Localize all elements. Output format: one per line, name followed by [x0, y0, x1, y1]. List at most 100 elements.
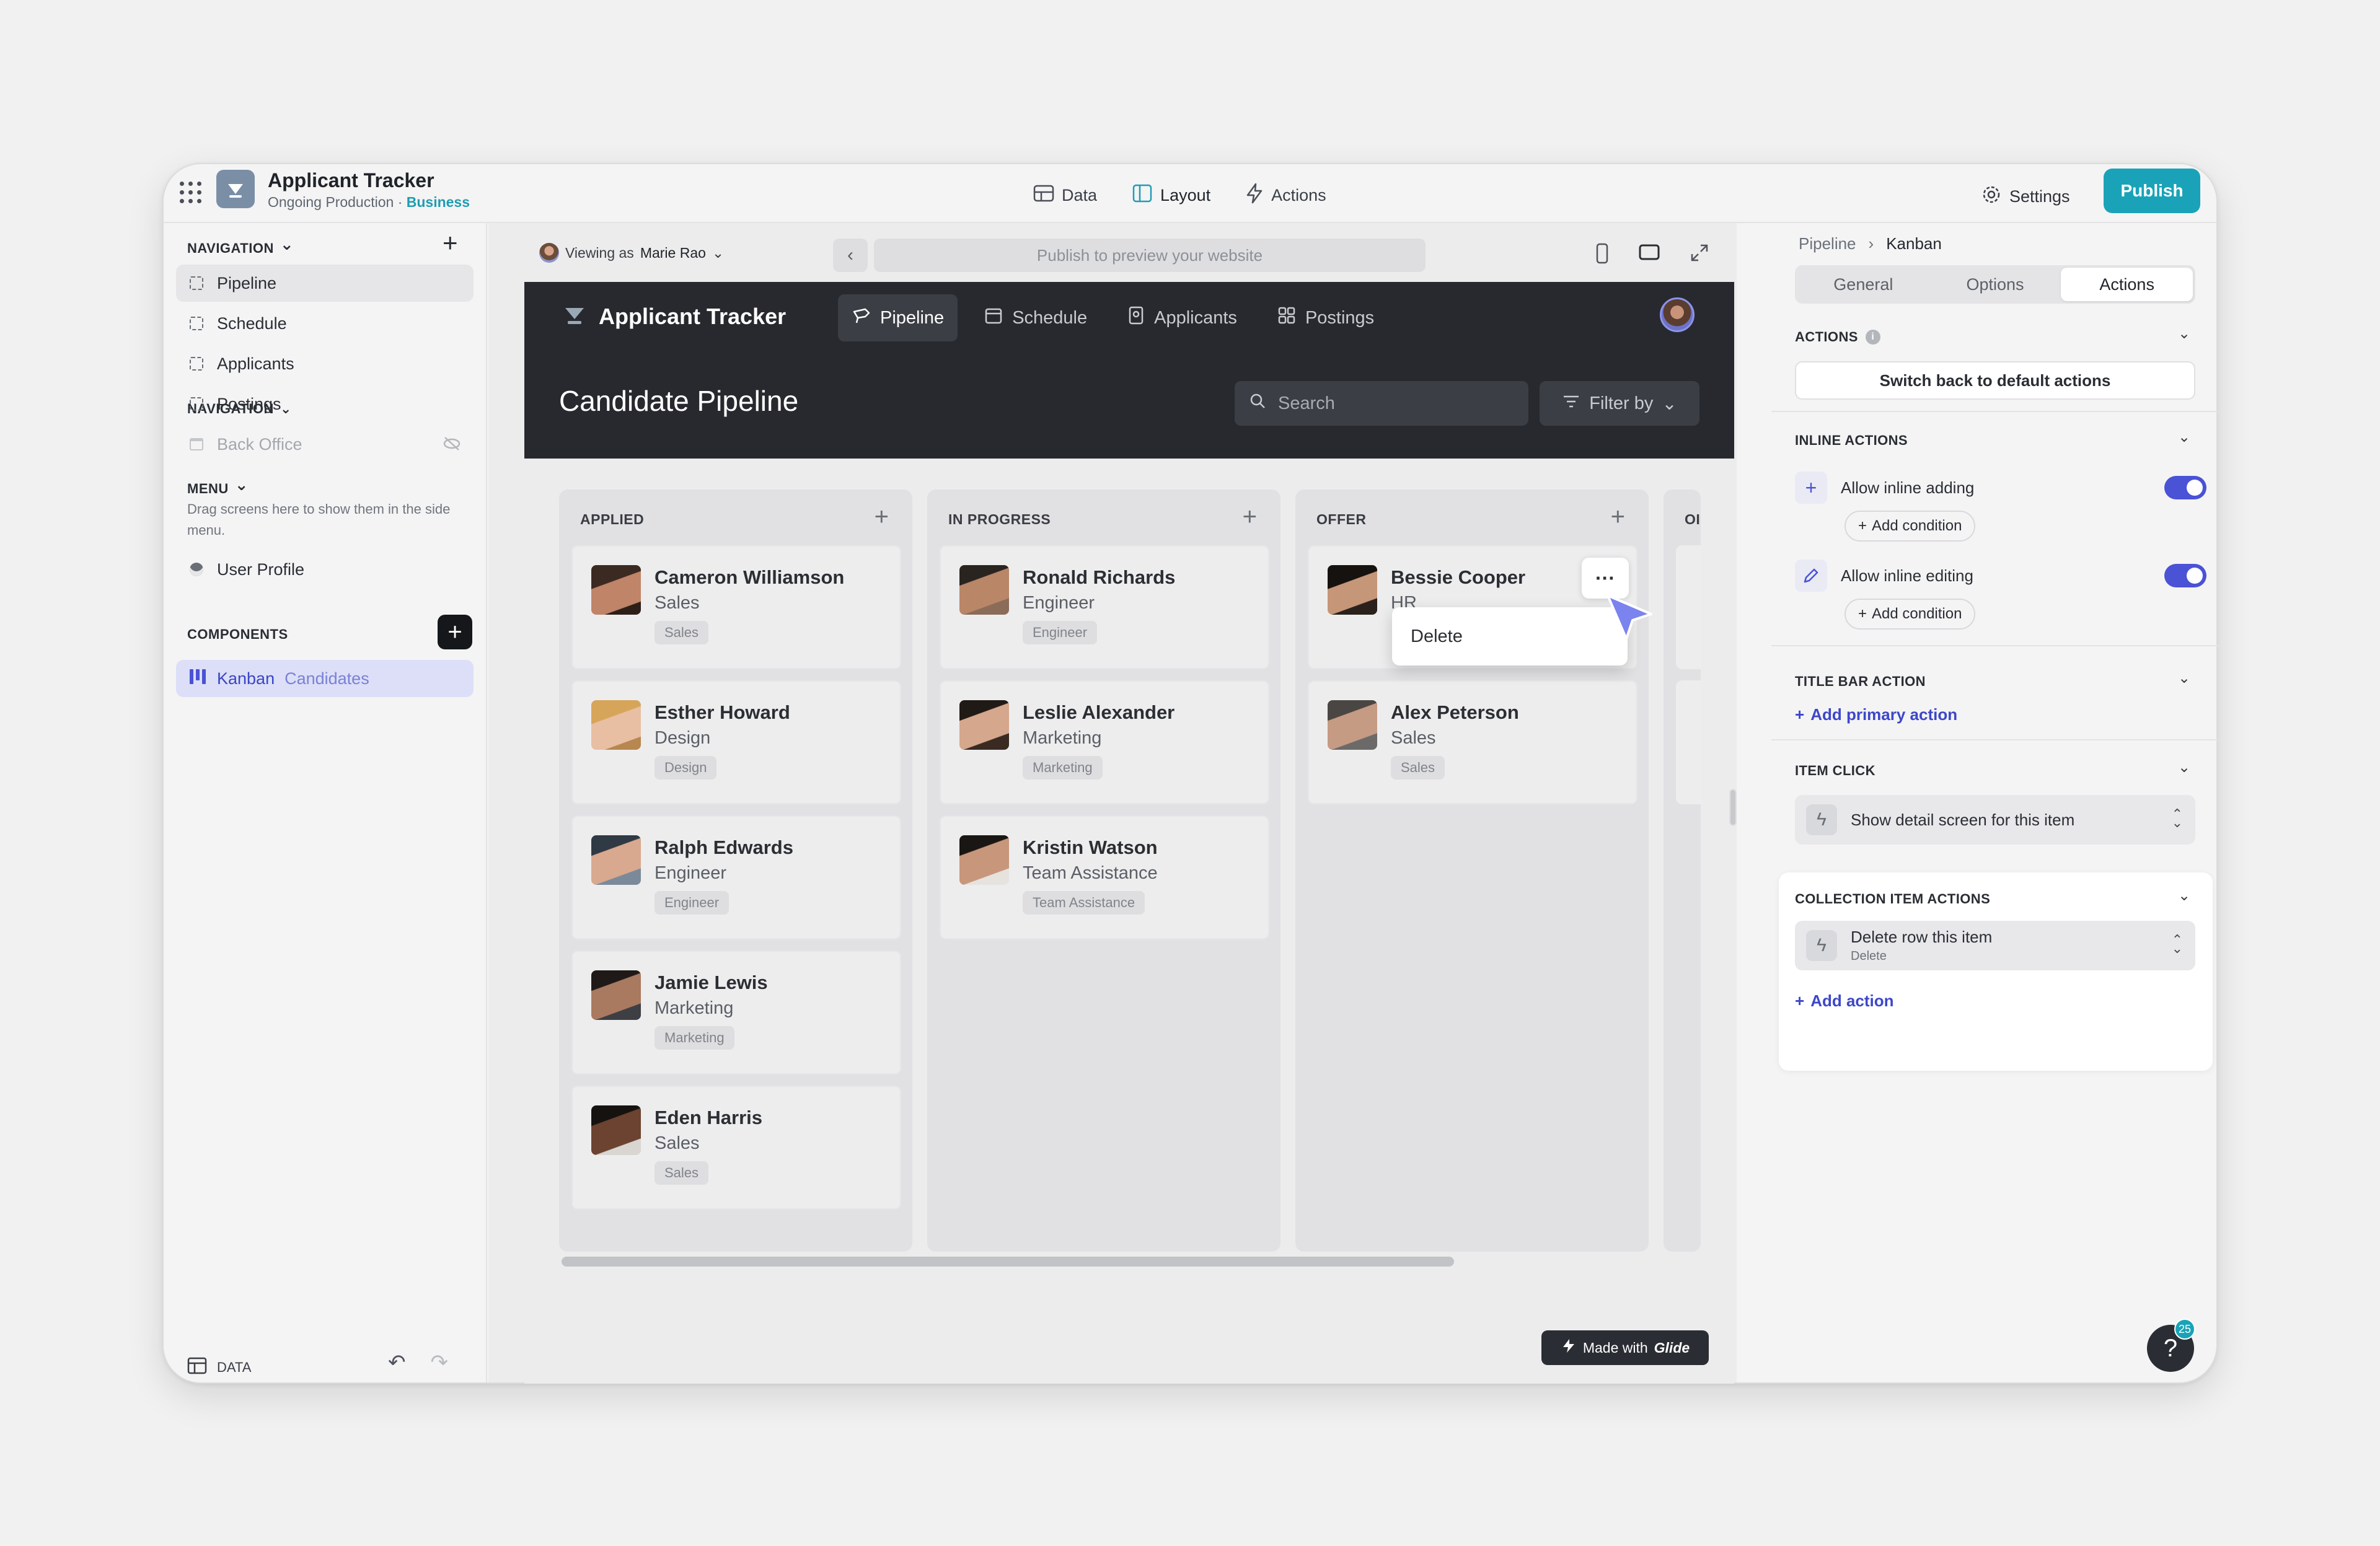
- component-kanban-candidates[interactable]: Kanban Candidates: [176, 660, 474, 697]
- kanban-card[interactable]: [1676, 680, 1701, 804]
- add-condition-button[interactable]: + Add condition: [1844, 599, 1976, 630]
- add-primary-action-link[interactable]: + Add primary action: [1795, 705, 1957, 724]
- candidate-name: Ralph Edwards: [654, 837, 793, 858]
- add-screen-icon[interactable]: +: [443, 230, 458, 256]
- inline-actions-header[interactable]: INLINE ACTIONS: [1795, 433, 1908, 449]
- kanban-card[interactable]: Ronald Richards Engineer Engineer: [940, 545, 1269, 669]
- settings-button[interactable]: Settings: [1976, 177, 2075, 217]
- column-title: OI: [1685, 511, 1701, 527]
- sidebar-item-user-profile[interactable]: User Profile: [176, 551, 474, 588]
- sidebar-item-pipeline[interactable]: Pipeline: [176, 265, 474, 302]
- add-card-icon[interactable]: +: [875, 503, 889, 531]
- filter-button[interactable]: Filter by ⌄: [1540, 381, 1699, 426]
- tab-general[interactable]: General: [1797, 268, 1929, 301]
- breadcrumb-item[interactable]: Pipeline: [1799, 234, 1856, 253]
- expand-icon[interactable]: [1690, 243, 1709, 269]
- kanban-card[interactable]: Alex Peterson Sales Sales: [1308, 680, 1637, 804]
- kanban-card[interactable]: Ralph Edwards Engineer Engineer: [571, 815, 901, 939]
- viewing-as-selector[interactable]: Viewing as Marie Rao ⌄: [539, 243, 724, 263]
- candidate-name: Bessie Cooper: [1391, 566, 1526, 588]
- column-title: IN PROGRESS: [948, 511, 1051, 527]
- kanban-card[interactable]: Cameron Williamson Sales Sales: [571, 545, 901, 669]
- item-click-action-select[interactable]: ϟ Show detail screen for this item ⌃ ⌄: [1795, 795, 2195, 845]
- phone-icon[interactable]: [1595, 243, 1609, 269]
- kanban-card[interactable]: Esther Howard Design Design: [571, 680, 901, 804]
- add-condition-button[interactable]: + Add condition: [1844, 511, 1976, 542]
- allow-inline-editing-row: Allow inline editing: [1795, 560, 1973, 592]
- switch-default-actions-button[interactable]: Switch back to default actions: [1795, 361, 2195, 400]
- right-panel: Pipeline › Kanban General Options Action…: [1771, 222, 2219, 1384]
- chevron-down-icon[interactable]: ⌄: [2178, 758, 2190, 776]
- item-click-header[interactable]: ITEM CLICK: [1795, 763, 1875, 779]
- top-nav-data[interactable]: Data: [1022, 177, 1108, 214]
- add-component-button[interactable]: +: [438, 615, 472, 649]
- tab-postings[interactable]: Postings: [1263, 294, 1388, 341]
- screen-icon: [190, 317, 203, 330]
- data-footer-button[interactable]: DATA: [187, 1357, 251, 1378]
- add-action-link[interactable]: + Add action: [1795, 991, 1894, 1011]
- menu-hint: Drag screens here to show them in the si…: [187, 501, 451, 538]
- candidate-tag: Design: [654, 756, 717, 780]
- menu-heading-label: MENU: [187, 480, 229, 496]
- eye-off-icon[interactable]: [443, 436, 461, 456]
- collection-actions-header[interactable]: COLLECTION ITEM ACTIONS: [1795, 891, 1990, 907]
- sidebar-item-postings[interactable]: Postings: [176, 385, 474, 423]
- navigation-section-header[interactable]: NAVIGATION ⌄: [187, 235, 294, 258]
- tab-options[interactable]: Options: [1929, 268, 2061, 301]
- add-card-icon[interactable]: +: [1243, 503, 1257, 531]
- candidate-role: Sales: [654, 593, 700, 613]
- sidebar-item-back-office[interactable]: Back Office: [176, 426, 474, 463]
- chevron-down-icon[interactable]: ⌄: [2178, 669, 2190, 687]
- tab-pipeline[interactable]: Pipeline: [838, 294, 958, 341]
- sidebar-item-label: Applicants: [217, 354, 294, 373]
- kanban-card[interactable]: Kristin Watson Team Assistance Team Assi…: [940, 815, 1269, 939]
- search-input[interactable]: Search: [1235, 381, 1528, 426]
- avatar: [539, 243, 559, 263]
- tab-applicants[interactable]: Applicants: [1113, 294, 1251, 341]
- resize-handle[interactable]: [1729, 789, 1737, 826]
- made-with-glide-badge[interactable]: Made with Glide: [1541, 1330, 1709, 1365]
- top-nav-actions[interactable]: Actions: [1234, 177, 1338, 214]
- redo-icon[interactable]: ↷: [431, 1350, 449, 1375]
- publish-button[interactable]: Publish: [2104, 169, 2200, 213]
- allow-inline-adding-toggle[interactable]: [2164, 476, 2206, 499]
- chevron-down-icon[interactable]: ⌄: [2178, 428, 2190, 446]
- table-icon: [187, 1357, 207, 1378]
- apps-grid-icon[interactable]: [180, 182, 202, 204]
- kanban-card[interactable]: [1676, 545, 1701, 669]
- context-menu-delete[interactable]: Delete: [1411, 626, 1463, 647]
- sidebar-item-schedule[interactable]: Schedule: [176, 305, 474, 342]
- undo-icon[interactable]: ↶: [388, 1350, 406, 1375]
- collection-action-select[interactable]: ϟ Delete row this item Delete ⌃ ⌄: [1795, 921, 2195, 970]
- chevron-down-icon[interactable]: ⌄: [2178, 887, 2190, 905]
- tab-schedule[interactable]: Schedule: [970, 294, 1101, 341]
- tab-label: Pipeline: [880, 307, 945, 328]
- app-title: Applicant Tracker: [268, 169, 434, 191]
- plus-icon: +: [1858, 517, 1867, 534]
- top-nav-layout[interactable]: Layout: [1121, 177, 1222, 214]
- avatar[interactable]: [1660, 297, 1695, 332]
- kanban-card[interactable]: Eden Harris Sales Sales: [571, 1086, 901, 1210]
- info-icon: i: [1865, 330, 1880, 345]
- candidate-role: Marketing: [654, 998, 734, 1018]
- allow-inline-editing-toggle[interactable]: [2164, 564, 2206, 587]
- kanban-card[interactable]: Leslie Alexander Marketing Marketing: [940, 680, 1269, 804]
- chevron-down-icon[interactable]: ⌄: [2178, 325, 2190, 343]
- tablet-icon[interactable]: [1639, 243, 1660, 269]
- menu-section-header[interactable]: MENU ⌄: [187, 475, 249, 498]
- notification-badge: 25: [2174, 1319, 2195, 1340]
- kanban-card[interactable]: Jamie Lewis Marketing Marketing: [571, 951, 901, 1074]
- kanban-column-partial: OI: [1664, 490, 1701, 1252]
- user-icon: [190, 563, 203, 576]
- sidebar-item-applicants[interactable]: Applicants: [176, 345, 474, 382]
- horizontal-scrollbar[interactable]: [562, 1257, 1454, 1267]
- sidebar-item-label: Schedule: [217, 314, 287, 333]
- add-card-icon[interactable]: +: [1611, 503, 1625, 531]
- actions-section-header[interactable]: ACTIONS i: [1795, 329, 1880, 345]
- layout-icon: [1132, 183, 1153, 208]
- preview-back-button[interactable]: ‹: [833, 239, 868, 272]
- tab-actions[interactable]: Actions: [2061, 268, 2193, 301]
- title-bar-action-header[interactable]: TITLE BAR ACTION: [1795, 674, 1926, 690]
- candidate-name: Cameron Williamson: [654, 566, 845, 588]
- plan-badge: Business: [406, 194, 470, 210]
